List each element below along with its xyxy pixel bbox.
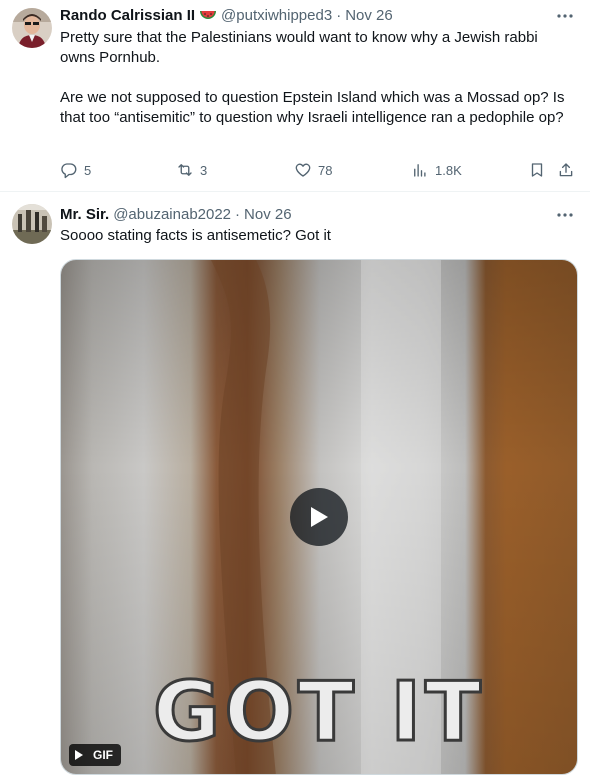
views-button[interactable]: 1.8K: [411, 159, 462, 181]
view-count: 1.8K: [435, 162, 462, 178]
author-name[interactable]: Rando Calrissian II: [60, 7, 195, 24]
reply-button[interactable]: 5: [60, 159, 91, 181]
bookmark-icon: [531, 163, 543, 177]
play-button[interactable]: [290, 488, 348, 546]
share-icon: [559, 163, 573, 177]
tweet-paragraph: Are we not supposed to question Epstein …: [60, 89, 565, 126]
separator: ·: [336, 6, 342, 24]
tweet-2[interactable]: Mr. Sir. @abuzainab2022 · Nov 26 Soooo s…: [0, 193, 590, 778]
reply-count: 5: [84, 162, 92, 178]
tweet-1[interactable]: Rando Calrissian II @putxiwhipped3 · Nov…: [0, 0, 590, 192]
gif-badge[interactable]: GIF: [69, 744, 121, 766]
like-button[interactable]: 78: [294, 159, 332, 181]
avatar[interactable]: [12, 204, 52, 244]
tweet-paragraph: Pretty sure that the Palestinians would …: [60, 29, 538, 66]
like-count: 78: [318, 162, 333, 178]
play-icon: [311, 507, 328, 527]
repost-count: 3: [200, 162, 208, 178]
gif-label: GIF: [93, 748, 113, 762]
reply-icon: [61, 163, 77, 179]
more-icon[interactable]: [554, 6, 576, 26]
watermelon-icon: [199, 6, 217, 24]
tweet-text: Soooo stating facts is antisemetic? Got …: [60, 226, 570, 246]
timestamp[interactable]: Nov 26: [345, 7, 393, 24]
repost-icon: [178, 164, 192, 176]
avatar[interactable]: [12, 8, 52, 48]
tweet-header: Mr. Sir. @abuzainab2022 · Nov 26: [60, 204, 292, 224]
tweet-text: Pretty sure that the Palestinians would …: [60, 28, 570, 128]
author-handle[interactable]: @abuzainab2022: [113, 206, 231, 223]
author-name[interactable]: Mr. Sir.: [60, 206, 109, 223]
bookmark-button[interactable]: [528, 159, 546, 181]
bar-chart-icon: [414, 164, 426, 177]
play-small-icon: [75, 750, 83, 760]
heart-icon: [295, 163, 311, 177]
more-icon[interactable]: [554, 205, 576, 225]
separator: ·: [235, 205, 241, 223]
author-handle[interactable]: @putxiwhipped3: [221, 7, 332, 24]
timestamp[interactable]: Nov 26: [244, 206, 292, 223]
tweet-header: Rando Calrissian II @putxiwhipped3 · Nov…: [60, 5, 393, 25]
tweet-paragraph: Soooo stating facts is antisemetic? Got …: [60, 227, 331, 244]
gif-media[interactable]: GOT IT GIF: [60, 259, 578, 775]
action-bar: 5 3 78 1.8K: [60, 159, 580, 181]
gif-caption: GOT IT: [152, 664, 485, 762]
share-button[interactable]: [557, 159, 575, 181]
repost-button[interactable]: 3: [176, 159, 207, 181]
